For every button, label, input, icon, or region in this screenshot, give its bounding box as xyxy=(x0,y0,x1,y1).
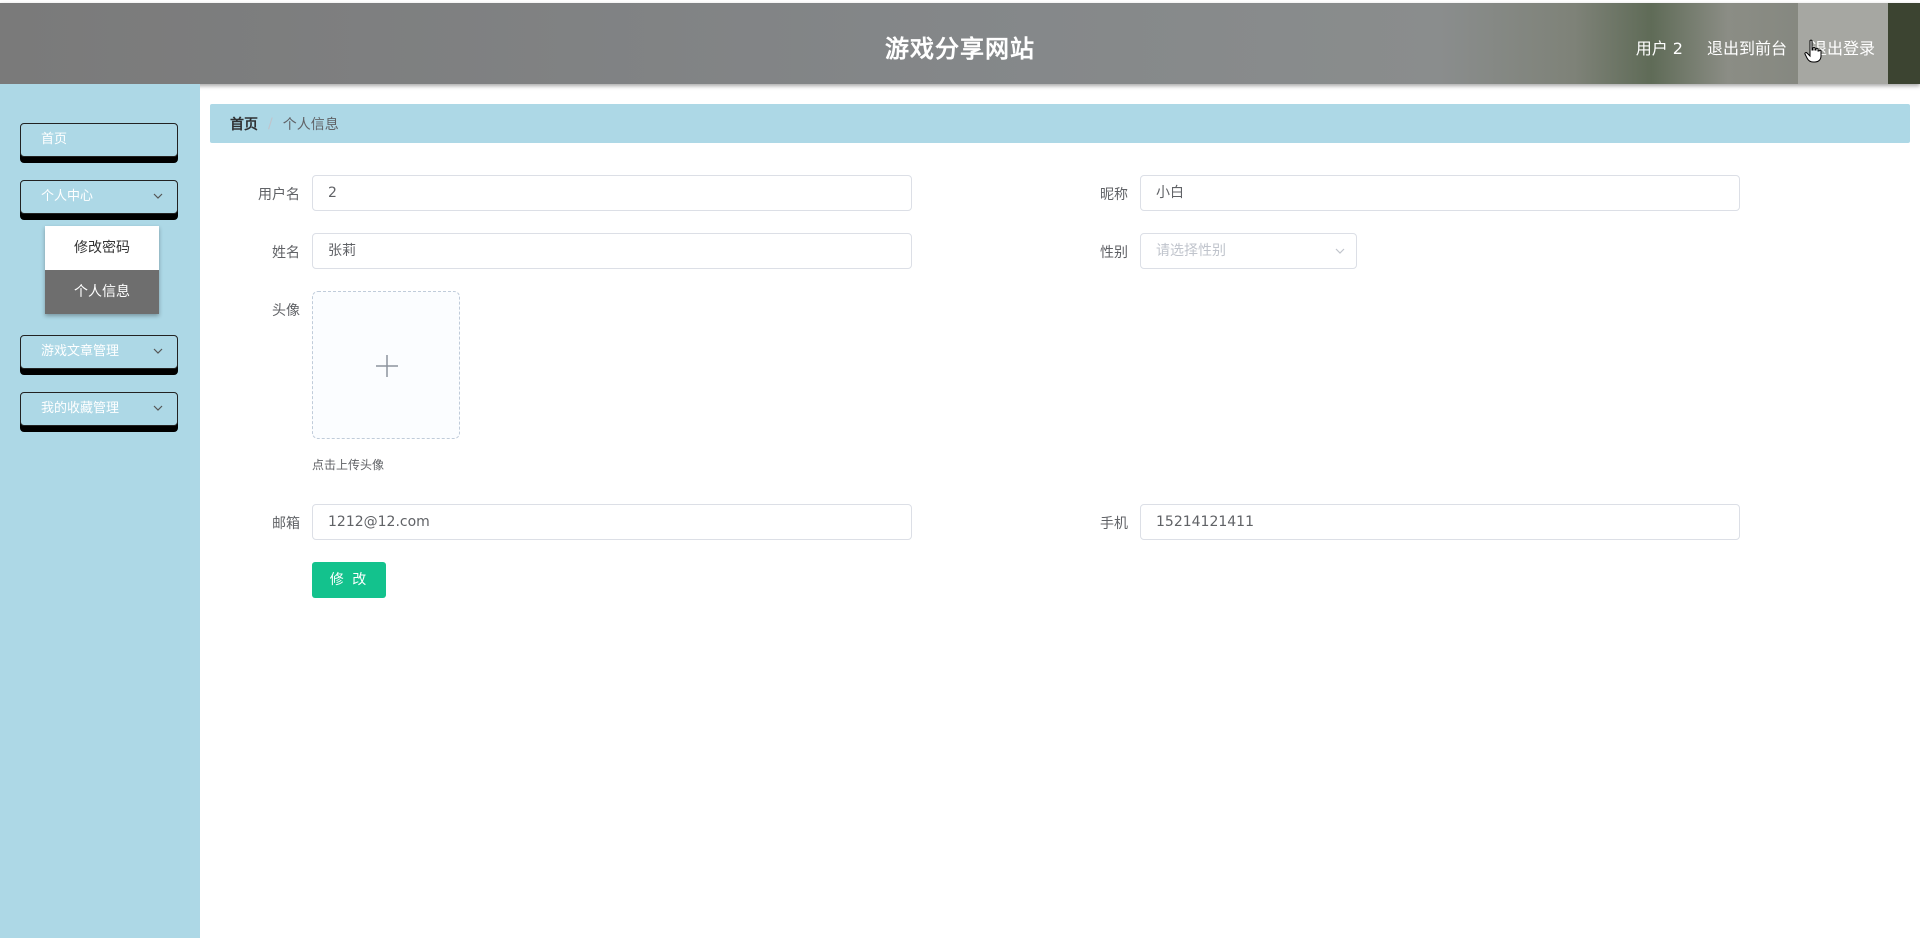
phone-field[interactable]: 15214121411 xyxy=(1140,504,1740,540)
sidebar-item-label: 首页 xyxy=(41,132,68,147)
nickname-field[interactable]: 小白 xyxy=(1140,175,1740,211)
personal-center-submenu: 修改密码 个人信息 xyxy=(45,226,159,314)
gender-label: 性别 xyxy=(1100,245,1128,261)
header-nav: 用户 2 退出到前台 退出登录 xyxy=(1636,35,1875,59)
update-button[interactable]: 修 改 xyxy=(312,562,386,598)
current-user-label: 用户 2 xyxy=(1635,39,1683,58)
username-field[interactable]: 2 xyxy=(312,175,912,211)
sidebar-item-label: 游戏文章管理 xyxy=(41,344,120,359)
realname-label: 姓名 xyxy=(272,245,300,261)
chevron-down-icon xyxy=(153,193,163,199)
submenu-item-personal-info[interactable]: 个人信息 xyxy=(45,270,159,314)
chevron-down-icon xyxy=(153,405,163,411)
realname-field[interactable]: 张莉 xyxy=(312,233,912,269)
gender-select[interactable]: 请选择性别 xyxy=(1140,233,1357,269)
nickname-label: 昵称 xyxy=(1100,187,1128,203)
plus-icon xyxy=(376,355,398,377)
email-label: 邮箱 xyxy=(272,516,300,532)
chevron-down-icon xyxy=(153,348,163,354)
avatar-label: 头像 xyxy=(272,303,300,319)
avatar-uploader[interactable] xyxy=(312,291,460,439)
email-field[interactable]: 1212@12.com xyxy=(312,504,912,540)
breadcrumb-current: 个人信息 xyxy=(282,116,339,133)
submenu-item-change-password[interactable]: 修改密码 xyxy=(45,226,159,270)
hand-cursor-icon xyxy=(1804,39,1822,63)
sidebar-item-label: 我的收藏管理 xyxy=(41,401,120,416)
username-label: 用户名 xyxy=(258,187,300,203)
chevron-down-icon xyxy=(1335,248,1345,254)
sidebar-item-home[interactable]: 首页 xyxy=(20,123,178,157)
avatar-upload-tip: 点击上传头像 xyxy=(312,458,385,472)
sidebar-item-favorites-management[interactable]: 我的收藏管理 xyxy=(20,392,178,426)
sidebar-item-personal-center[interactable]: 个人中心 xyxy=(20,180,178,214)
phone-label: 手机 xyxy=(1100,516,1128,532)
sidebar: 首页 个人中心 修改密码 个人信息 游戏文章管理 我的收藏管理 xyxy=(0,84,200,938)
sidebar-item-game-article-management[interactable]: 游戏文章管理 xyxy=(20,335,178,369)
sidebar-item-label: 个人中心 xyxy=(41,189,94,204)
site-title: 游戏分享网站 xyxy=(885,35,1035,63)
breadcrumb: 首页 / 个人信息 xyxy=(210,104,1910,143)
breadcrumb-separator: / xyxy=(268,115,273,132)
top-header: 游戏分享网站 用户 2 退出到前台 退出登录 xyxy=(0,3,1920,84)
back-to-front-link[interactable]: 退出到前台 xyxy=(1707,35,1787,59)
gender-placeholder: 请选择性别 xyxy=(1156,243,1226,259)
breadcrumb-home[interactable]: 首页 xyxy=(230,114,258,134)
